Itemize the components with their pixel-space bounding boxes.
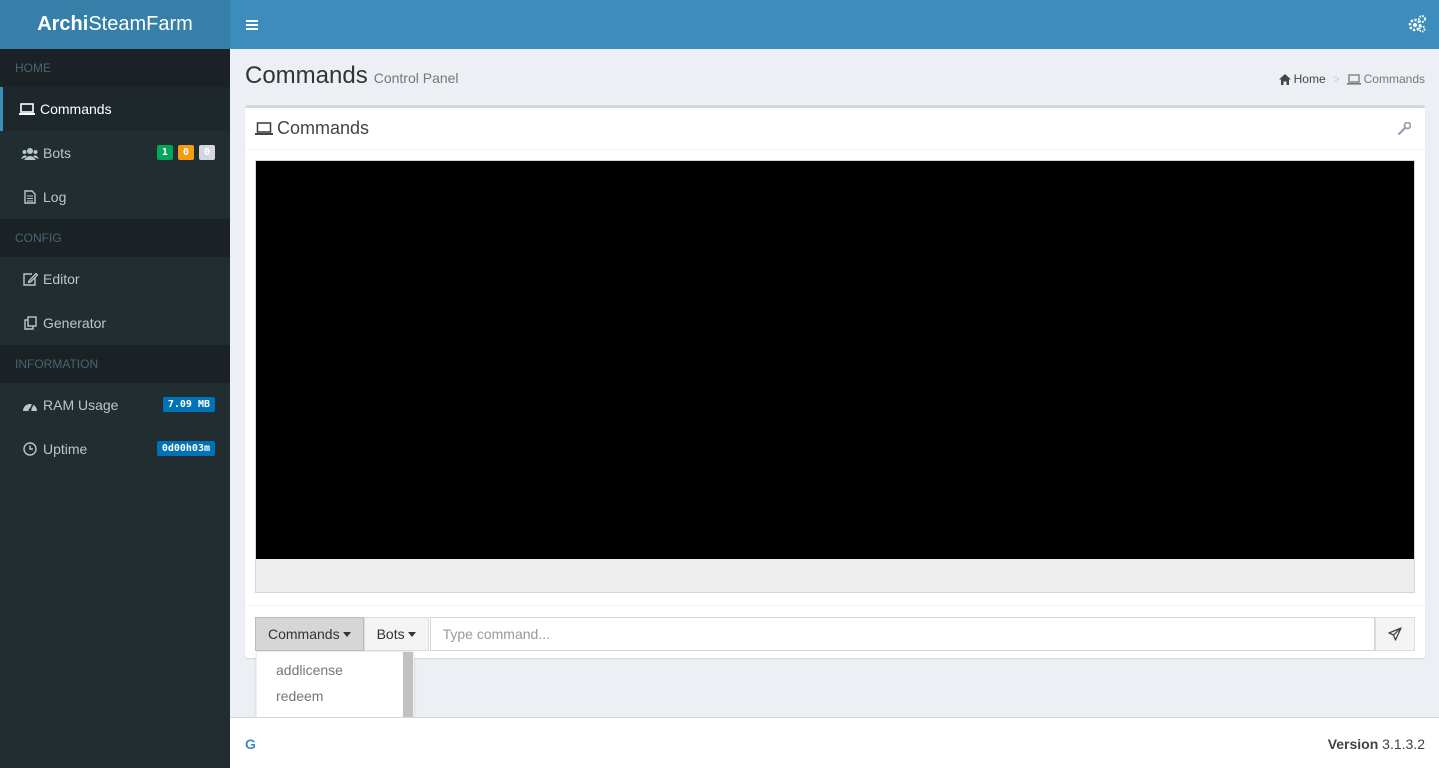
laptop-icon [18, 101, 36, 117]
sidebar-item-label: Log [43, 189, 67, 205]
caret-down-icon [342, 631, 351, 637]
bots-dropdown-label: Bots [376, 626, 405, 642]
logo-bold: Archi [37, 13, 89, 35]
ram-usage-badge: 7.09 MB [162, 397, 215, 412]
send-button[interactable] [1375, 617, 1415, 651]
console-output[interactable] [255, 160, 1415, 560]
edit-icon [21, 271, 39, 287]
uptime-badge: 0d00h03m [156, 441, 215, 456]
breadcrumb-current: Commands [1363, 72, 1425, 86]
copy-icon [21, 315, 39, 331]
commands-dropdown-button[interactable]: Commands [255, 617, 364, 651]
footer: G Version 3.1.3.2 [230, 717, 1439, 768]
app-logo[interactable]: ArchiSteamFarm [0, 0, 230, 49]
wrench-icon[interactable] [1398, 122, 1411, 135]
gears-icon[interactable] [1407, 14, 1427, 34]
laptop-icon [1346, 73, 1361, 85]
sidebar-item-bots[interactable]: Bots 1 0 0 [0, 131, 230, 175]
users-icon [21, 145, 39, 161]
laptop-icon [255, 121, 273, 136]
sidebar-item-uptime[interactable]: Uptime 0d00h03m [0, 427, 230, 471]
sidebar-item-label: Commands [40, 101, 112, 117]
box-header: Commands [245, 108, 1425, 150]
clock-icon [21, 441, 39, 457]
breadcrumb-home[interactable]: Home [1294, 72, 1326, 86]
sidebar-item-generator[interactable]: Generator [0, 301, 230, 345]
sidebar-item-label: Uptime [43, 441, 88, 457]
sidebar: HOME Commands Bots 1 0 0 Log CONFIG Edit… [0, 49, 230, 768]
bots-offline-badge: 0 [198, 145, 215, 160]
bots-badges: 1 0 0 [156, 145, 215, 160]
sidebar-header-config: CONFIG [0, 219, 230, 257]
sidebar-item-ram-usage[interactable]: RAM Usage 7.09 MB [0, 383, 230, 427]
file-text-icon [21, 189, 39, 205]
dropdown-item-addlicense[interactable]: addlicense [257, 657, 413, 683]
sidebar-header-information: INFORMATION [0, 345, 230, 383]
divider [245, 605, 1425, 606]
sidebar-header-home: HOME [0, 49, 230, 87]
bots-paused-badge: 0 [177, 145, 194, 160]
commands-box: Commands Commands Bots [245, 105, 1425, 658]
breadcrumb: Home > Commands [1278, 72, 1425, 86]
caret-down-icon [407, 631, 416, 637]
sidebar-item-log[interactable]: Log [0, 175, 230, 219]
bots-online-badge: 1 [156, 145, 173, 160]
command-input[interactable] [429, 617, 1375, 651]
page-title-text: Commands [245, 62, 368, 89]
sidebar-toggle-button[interactable] [230, 0, 274, 49]
breadcrumb-separator: > [1332, 72, 1340, 86]
sidebar-item-commands[interactable]: Commands [0, 87, 230, 131]
paper-plane-icon [1388, 627, 1402, 641]
version-value: 3.1.3.2 [1382, 736, 1425, 752]
sidebar-item-label: Editor [43, 271, 80, 287]
box-title: Commands [277, 118, 370, 138]
page-subtitle: Control Panel [373, 70, 459, 86]
sidebar-item-label: Generator [43, 315, 107, 331]
version-info: Version 3.1.3.2 [1328, 736, 1425, 752]
logo-light: SteamFarm [88, 13, 193, 35]
sidebar-item-label: Bots [43, 145, 72, 161]
top-header: ArchiSteamFarm [0, 0, 1439, 49]
ram-badge-wrap: 7.09 MB [162, 397, 215, 412]
hamburger-icon [246, 19, 258, 30]
bots-dropdown-button[interactable]: Bots [363, 617, 429, 651]
home-icon [1278, 73, 1291, 85]
version-label: Version [1327, 736, 1379, 752]
commands-dropdown-label: Commands [268, 626, 340, 642]
uptime-badge-wrap: 0d00h03m [156, 441, 215, 456]
dashboard-icon [21, 397, 39, 413]
sidebar-item-editor[interactable]: Editor [0, 257, 230, 301]
sidebar-item-label: RAM Usage [43, 397, 119, 413]
console-footer-bar [255, 559, 1415, 593]
dropdown-item-redeem[interactable]: redeem [257, 683, 413, 709]
page-title: Commands Control Panel [245, 62, 459, 90]
footer-link[interactable]: G [245, 736, 256, 752]
command-input-row: Commands Bots [255, 617, 1415, 651]
